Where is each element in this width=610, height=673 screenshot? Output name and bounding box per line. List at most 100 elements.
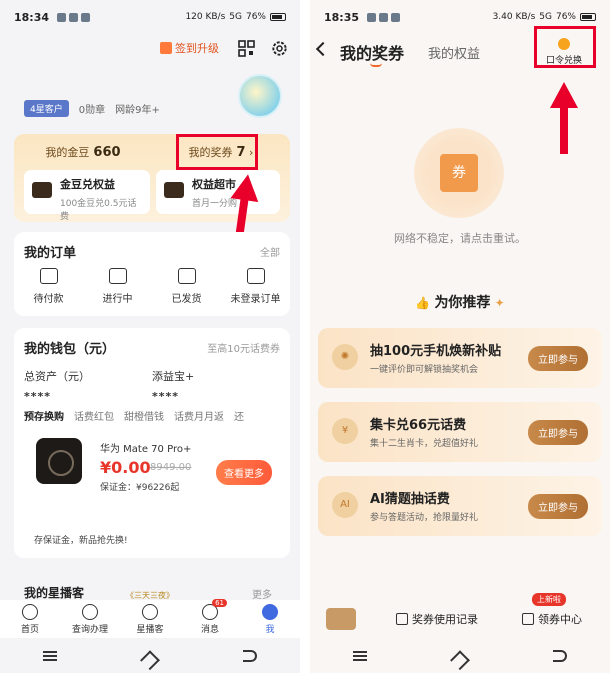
product-old-price: 8949.00 bbox=[150, 462, 192, 473]
notification-icons-right bbox=[367, 12, 401, 22]
wallet-tabs: 预存换购 话费红包 甜橙借钱 话费月月返 还 bbox=[24, 408, 290, 423]
signal-speed-right: 3.40 KB/s bbox=[492, 12, 536, 22]
home-nav-icon-right[interactable] bbox=[450, 649, 470, 670]
coupon-bottom-bar: 奖券使用记录 上新啦 领券中心 bbox=[310, 593, 610, 638]
sparkle-icon: ✦ bbox=[490, 296, 505, 310]
signin-upgrade-button[interactable]: 签到升级 bbox=[160, 40, 219, 56]
menu-icon[interactable] bbox=[43, 650, 57, 661]
home-nav-icon[interactable] bbox=[140, 649, 160, 670]
rec-card-collect[interactable]: ¥ 集卡兑66元话费 集十二生肖卡，兑超值好礼 立即参与 bbox=[318, 402, 602, 462]
gear-icon[interactable] bbox=[270, 39, 289, 58]
wallet-section: 我的钱包（元） 至高10元话费券 总资产（元） **** 添益宝+ **** 预… bbox=[14, 328, 290, 558]
bean-exchange-card[interactable]: 金豆兑权益 100金豆兑0.5元话费 bbox=[24, 170, 150, 222]
avatar[interactable] bbox=[238, 74, 282, 118]
tab-prestore[interactable]: 预存换购 bbox=[24, 408, 64, 423]
battery-icon-right bbox=[580, 13, 596, 21]
coupon-history-link[interactable]: 奖券使用记录 bbox=[396, 611, 478, 627]
notification-icons bbox=[57, 12, 91, 22]
order-pending-pay[interactable]: 待付款 bbox=[14, 268, 83, 305]
play-icon bbox=[142, 604, 158, 620]
product-price: ¥0.00 bbox=[100, 458, 151, 477]
empty-coupon-illustration: 券 bbox=[414, 128, 504, 218]
thumb-icon: 👍 bbox=[415, 296, 435, 310]
top-header: 签到升级 bbox=[0, 34, 300, 66]
order-shipped[interactable]: 已发货 bbox=[152, 268, 221, 305]
tab-my-coupons[interactable]: 我的奖券 bbox=[340, 40, 404, 64]
gift-icon bbox=[160, 42, 172, 54]
network-type-right: 5G bbox=[539, 12, 552, 22]
qr-scan-icon[interactable] bbox=[238, 40, 255, 57]
menu-icon-right[interactable] bbox=[353, 650, 367, 661]
tab-me[interactable]: 我 bbox=[240, 600, 300, 638]
system-navbar bbox=[0, 638, 300, 673]
back-icon[interactable] bbox=[315, 41, 331, 57]
member-badges: 4星客户 0勋章 网龄9年+ bbox=[24, 100, 160, 117]
tab-star[interactable]: 《三天三夜》 星播客 bbox=[120, 591, 180, 638]
rights-market-card[interactable]: 权益超市 首月一分购 bbox=[156, 170, 280, 214]
chat-icon bbox=[82, 604, 98, 620]
star-customer-badge[interactable]: 4星客户 bbox=[24, 100, 69, 117]
exchange-icon bbox=[32, 182, 52, 198]
star-podcast-title: 我的星播客 bbox=[24, 586, 85, 600]
my-beans[interactable]: 我的金豆 660 bbox=[14, 144, 152, 160]
tab-home[interactable]: 首页 bbox=[0, 600, 60, 638]
join-button-3[interactable]: 立即参与 bbox=[528, 494, 588, 519]
truck-icon bbox=[177, 268, 196, 284]
orders-section: 我的订单 全部 待付款 进行中 已发货 未登录订单 bbox=[14, 232, 290, 316]
yuan-icon: ¥ bbox=[332, 418, 358, 444]
tab-underline bbox=[370, 63, 382, 67]
total-assets[interactable]: 总资产（元） **** bbox=[24, 368, 152, 403]
tab-messages[interactable]: 61 消息 bbox=[180, 599, 240, 638]
deposit-note: 存保证金，新品抢先换! bbox=[34, 536, 128, 546]
tab-my-rights[interactable]: 我的权益 bbox=[428, 43, 480, 62]
highlight-box-redeem bbox=[534, 26, 596, 68]
back-nav-icon-right[interactable] bbox=[553, 649, 567, 662]
star-tag: 《三天三夜》 bbox=[126, 591, 174, 600]
tab-query[interactable]: 查询办理 bbox=[60, 600, 120, 638]
battery-text-right: 76% bbox=[555, 12, 576, 22]
record-icon bbox=[396, 613, 408, 625]
deposit-text: 保证金：¥96226起 bbox=[100, 483, 180, 493]
coupon-icon: 券 bbox=[440, 154, 478, 192]
new-tag: 上新啦 bbox=[532, 593, 566, 606]
tianyi-bao[interactable]: 添益宝+ **** bbox=[152, 368, 280, 403]
battery-icon bbox=[270, 13, 286, 21]
wheel-icon: ✺ bbox=[332, 344, 358, 370]
status-time: 18:34 bbox=[14, 10, 50, 24]
join-button-2[interactable]: 立即参与 bbox=[528, 420, 588, 445]
bell-icon: 61 bbox=[202, 599, 227, 620]
signal-speed: 120 KB/s bbox=[185, 12, 226, 22]
join-button-1[interactable]: 立即参与 bbox=[528, 346, 588, 371]
orders-all-link[interactable]: 全部 bbox=[260, 244, 280, 259]
coupon-wallet-icon[interactable] bbox=[326, 608, 356, 630]
document-icon bbox=[246, 268, 265, 284]
medal-count[interactable]: 0勋章 bbox=[79, 101, 105, 116]
tab-loan[interactable]: 甜橙借钱 bbox=[124, 408, 164, 423]
see-more-button[interactable]: 查看更多 bbox=[216, 460, 272, 485]
ai-icon: AI bbox=[332, 492, 358, 518]
tab-monthly-return[interactable]: 话费月月返 bbox=[174, 408, 224, 423]
rec-card-ai[interactable]: AI AI猜题抽话费 参与答题活动，抢限量好礼 立即参与 bbox=[318, 476, 602, 536]
tenure-text: 网龄9年+ bbox=[115, 105, 160, 116]
system-navbar-right bbox=[310, 638, 610, 673]
tab-more[interactable]: 还 bbox=[234, 408, 244, 423]
status-time-right: 18:35 bbox=[324, 10, 360, 24]
phone-image bbox=[36, 438, 82, 484]
tab-red-packet[interactable]: 话费红包 bbox=[74, 408, 114, 423]
wallet-coupon-link[interactable]: 至高10元话费券 bbox=[207, 340, 280, 355]
coupon-center-icon bbox=[522, 613, 534, 625]
home-icon bbox=[22, 604, 38, 620]
battery-text: 76% bbox=[245, 12, 266, 22]
recommend-title: 👍 为你推荐 ✦ bbox=[415, 295, 505, 311]
network-retry-tip[interactable]: 网络不稳定，请点击重试。 bbox=[310, 230, 610, 246]
coupon-center-link[interactable]: 上新啦 领券中心 bbox=[522, 593, 582, 627]
order-not-logged[interactable]: 未登录订单 bbox=[221, 268, 290, 305]
rec-card-lottery[interactable]: ✺ 抽100元手机焕新补贴 一键评价即可解锁抽奖机会 立即参与 bbox=[318, 328, 602, 388]
bottom-tabbar: 首页 查询办理 《三天三夜》 星播客 61 消息 我 bbox=[0, 591, 300, 638]
product-name: 华为 Mate 70 Pro+ bbox=[100, 444, 192, 455]
orders-title: 我的订单 bbox=[24, 246, 77, 261]
order-in-progress[interactable]: 进行中 bbox=[83, 268, 152, 305]
star-more-link[interactable]: 更多 bbox=[252, 586, 272, 601]
back-nav-icon[interactable] bbox=[243, 649, 257, 662]
phone-promo-card[interactable]: 华为 Mate 70 Pro+ ¥0.00 8949.00 保证金：¥96226… bbox=[22, 428, 282, 518]
